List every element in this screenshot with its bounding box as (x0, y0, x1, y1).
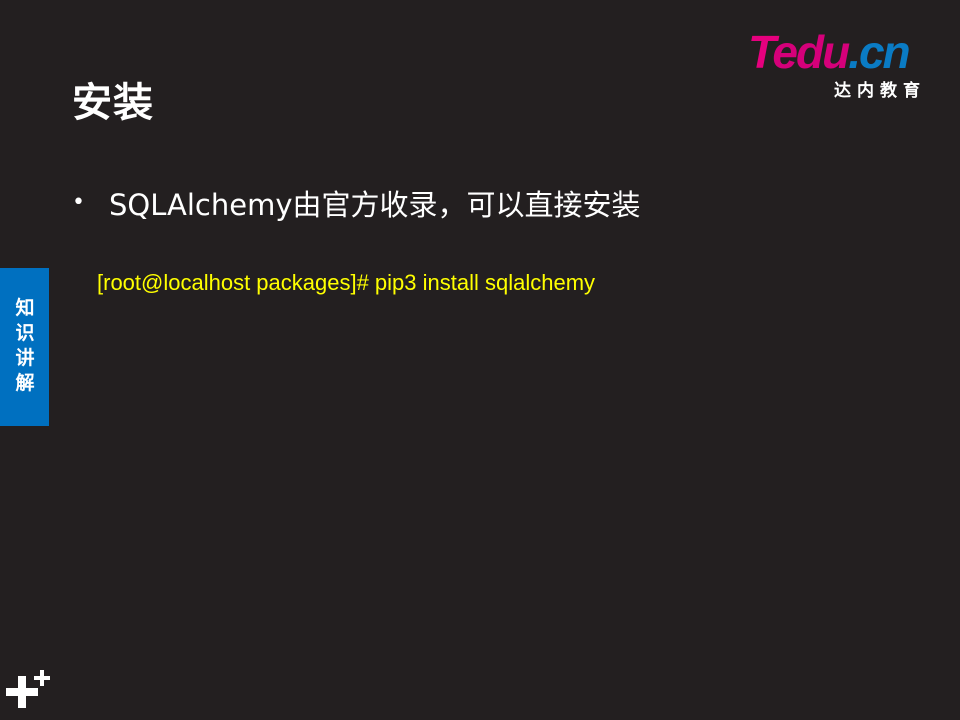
command-line: [root@localhost packages]# pip3 install … (97, 270, 596, 295)
logo-text-edu: edu (772, 26, 850, 78)
logo-text-cn: .cn (848, 26, 910, 78)
slide-title: 安装 (72, 80, 154, 126)
side-tab-label: 知识讲解 (15, 297, 35, 394)
bullet-item: • SQLAlchemy由官方收录，可以直接安装 (72, 182, 641, 224)
logo: Tedu.cn 达内教育 (748, 26, 928, 101)
bullet-text: SQLAlchemy由官方收录，可以直接安装 (108, 188, 641, 222)
logo-subtitle: 达内教育 (834, 81, 926, 101)
logo-wordmark: Tedu.cn (748, 26, 911, 78)
side-tab: 知识讲解 (0, 268, 49, 426)
bullet-dot: • (72, 190, 85, 215)
plus-small-icon (34, 670, 50, 686)
logo-letter-t: T (748, 26, 774, 78)
